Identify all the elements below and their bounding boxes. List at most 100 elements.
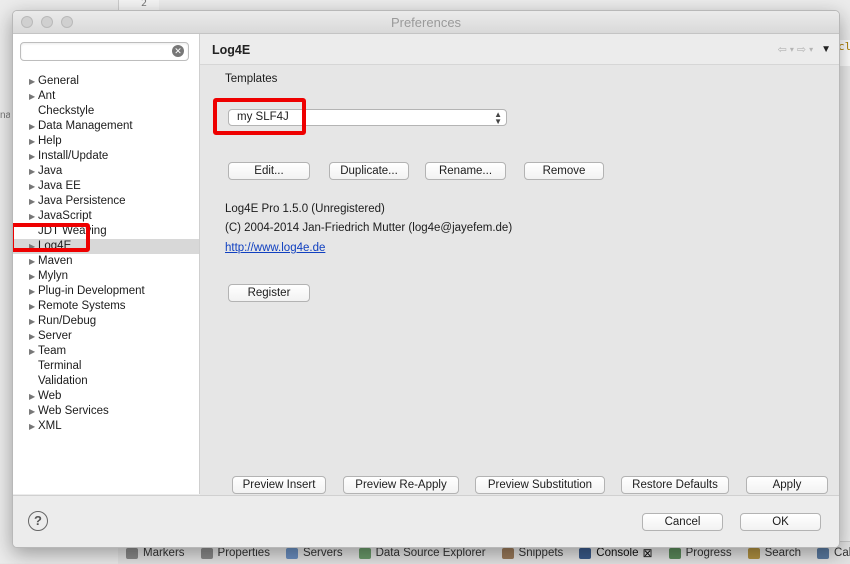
log4e-preference-page: Templates my SLF4J ▲ ▼ Edit... Duplicate.… [200,65,839,495]
expand-arrow-icon[interactable]: ▶ [29,314,35,329]
tree-item-general[interactable]: ▶ General [13,74,199,89]
tab-call-hierarchy[interactable]: Call H [809,547,850,559]
tab-servers[interactable]: Servers [278,547,343,559]
tree-item-label: JDT Weaving [38,225,107,237]
tree-item-maven[interactable]: ▶ Maven [13,254,199,269]
preferences-dialog: Preferences ✕ ▶ General ▶ Ant Checkstyle ▶ Dat… [12,10,840,548]
tree-item-web[interactable]: ▶ Web [13,389,199,404]
duplicate-button[interactable]: Duplicate... [329,162,409,180]
tab-data-source-explorer[interactable]: Data Source Explorer [351,547,486,559]
tree-item-terminal[interactable]: Terminal [13,359,199,374]
edit-button[interactable]: Edit... [228,162,310,180]
title-bar[interactable]: Preferences [13,11,839,34]
tree-item-jdt-weaving[interactable]: JDT Weaving [13,224,199,239]
tree-item-server[interactable]: ▶ Server [13,329,199,344]
tree-item-label: Team [38,345,67,357]
tab-markers[interactable]: Markers [118,547,185,559]
expand-arrow-icon[interactable]: ▶ [29,89,35,104]
progress-icon [668,547,681,559]
tree-item-ant[interactable]: ▶ Ant [13,89,199,104]
tree-item-label: Run/Debug [38,315,97,327]
tree-item-install-update[interactable]: ▶ Install/Update [13,149,199,164]
expand-arrow-icon[interactable]: ▶ [29,239,35,254]
tree-item-team[interactable]: ▶ Team [13,344,199,359]
rename-button[interactable]: Rename... [425,162,506,180]
editor-gutter [118,0,159,10]
tree-item-java[interactable]: ▶ Java [13,164,199,179]
website-link[interactable]: http://www.log4e.de [225,242,325,254]
tree-item-label: General [38,75,79,87]
template-select[interactable]: my SLF4J ▲ ▼ [228,109,507,126]
expand-arrow-icon[interactable]: ▶ [29,179,35,194]
tree-item-java-persistence[interactable]: ▶ Java Persistence [13,194,199,209]
apply-button[interactable]: Apply [746,476,828,494]
tree-item-plug-in-development[interactable]: ▶ Plug-in Development [13,284,199,299]
help-icon[interactable]: ? [28,511,48,531]
expand-arrow-icon[interactable]: ▶ [29,299,35,314]
view-menu-icon[interactable]: ▼ [821,44,831,55]
expand-arrow-icon[interactable]: ▶ [29,164,35,179]
cancel-button[interactable]: Cancel [642,513,723,531]
tree-item-label: JavaScript [38,210,92,222]
properties-icon [200,547,213,559]
preview-insert-button[interactable]: Preview Insert [232,476,326,494]
expand-arrow-icon[interactable]: ▶ [29,269,35,284]
close-tab-icon[interactable]: ⊠ [643,546,653,560]
tab-label: Properties [217,547,270,559]
preview-substitution-button[interactable]: Preview Substitution [475,476,605,494]
tree-item-checkstyle[interactable]: Checkstyle [13,104,199,119]
tree-item-mylyn[interactable]: ▶ Mylyn [13,269,199,284]
filter-input[interactable]: ✕ [20,42,189,61]
tree-item-java-ee[interactable]: ▶ Java EE [13,179,199,194]
tree-item-run-debug[interactable]: ▶ Run/Debug [13,314,199,329]
tab-snippets[interactable]: Snippets [494,547,563,559]
expand-arrow-icon[interactable]: ▶ [29,344,35,359]
tree-item-xml[interactable]: ▶ XML [13,419,199,434]
expand-arrow-icon[interactable]: ▶ [29,194,35,209]
tree-item-data-management[interactable]: ▶ Data Management [13,119,199,134]
tree-item-label: Server [38,330,72,342]
expand-arrow-icon[interactable]: ▶ [29,74,35,89]
forward-arrow-icon[interactable]: ⇨ [797,43,806,56]
tree-item-label: Mylyn [38,270,69,282]
tab-progress[interactable]: Progress [661,547,732,559]
page-title: Log4E [212,43,251,57]
tab-label: Markers [143,547,185,559]
tree-item-log4e[interactable]: ▶ Log4E [13,239,199,254]
tree-item-label: Install/Update [38,150,109,162]
expand-arrow-icon[interactable]: ▶ [29,209,35,224]
remove-button[interactable]: Remove [524,162,604,180]
tab-label: Progress [685,547,732,559]
back-arrow-icon[interactable]: ⇦ [778,43,787,56]
register-button[interactable]: Register [228,284,310,302]
tree-item-remote-systems[interactable]: ▶ Remote Systems [13,299,199,314]
tab-console[interactable]: Console ⊠ [571,546,653,560]
search-icon [747,547,760,559]
expand-arrow-icon[interactable]: ▶ [29,329,35,344]
select-arrows-icon: ▲ ▼ [494,110,502,126]
tab-properties[interactable]: Properties [193,547,270,559]
expand-arrow-icon[interactable]: ▶ [29,254,35,269]
expand-arrow-icon[interactable]: ▶ [29,134,35,149]
ok-button[interactable]: OK [740,513,821,531]
left-text-fragment: na [0,110,10,121]
expand-arrow-icon[interactable]: ▶ [29,404,35,419]
tree-item-javascript[interactable]: ▶ JavaScript [13,209,199,224]
expand-arrow-icon[interactable]: ▶ [29,419,35,434]
tree-item-validation[interactable]: Validation [13,374,199,389]
tree-item-label: Checkstyle [38,105,95,117]
tree-item-web-services[interactable]: ▶ Web Services [13,404,199,419]
snippets-icon [501,547,514,559]
tree-item-help[interactable]: ▶ Help [13,134,199,149]
expand-arrow-icon[interactable]: ▶ [29,149,35,164]
preferences-tree-panel: ✕ ▶ General ▶ Ant Checkstyle ▶ Data Management… [13,34,200,494]
preview-reapply-button[interactable]: Preview Re-Apply [343,476,459,494]
tab-search[interactable]: Search [740,547,801,559]
clear-filter-icon[interactable]: ✕ [172,45,184,57]
restore-defaults-button[interactable]: Restore Defaults [621,476,729,494]
tab-label: Call H [834,547,850,559]
expand-arrow-icon[interactable]: ▶ [29,389,35,404]
expand-arrow-icon[interactable]: ▶ [29,284,35,299]
expand-arrow-icon[interactable]: ▶ [29,119,35,134]
tree-item-label: Java EE [38,180,81,192]
